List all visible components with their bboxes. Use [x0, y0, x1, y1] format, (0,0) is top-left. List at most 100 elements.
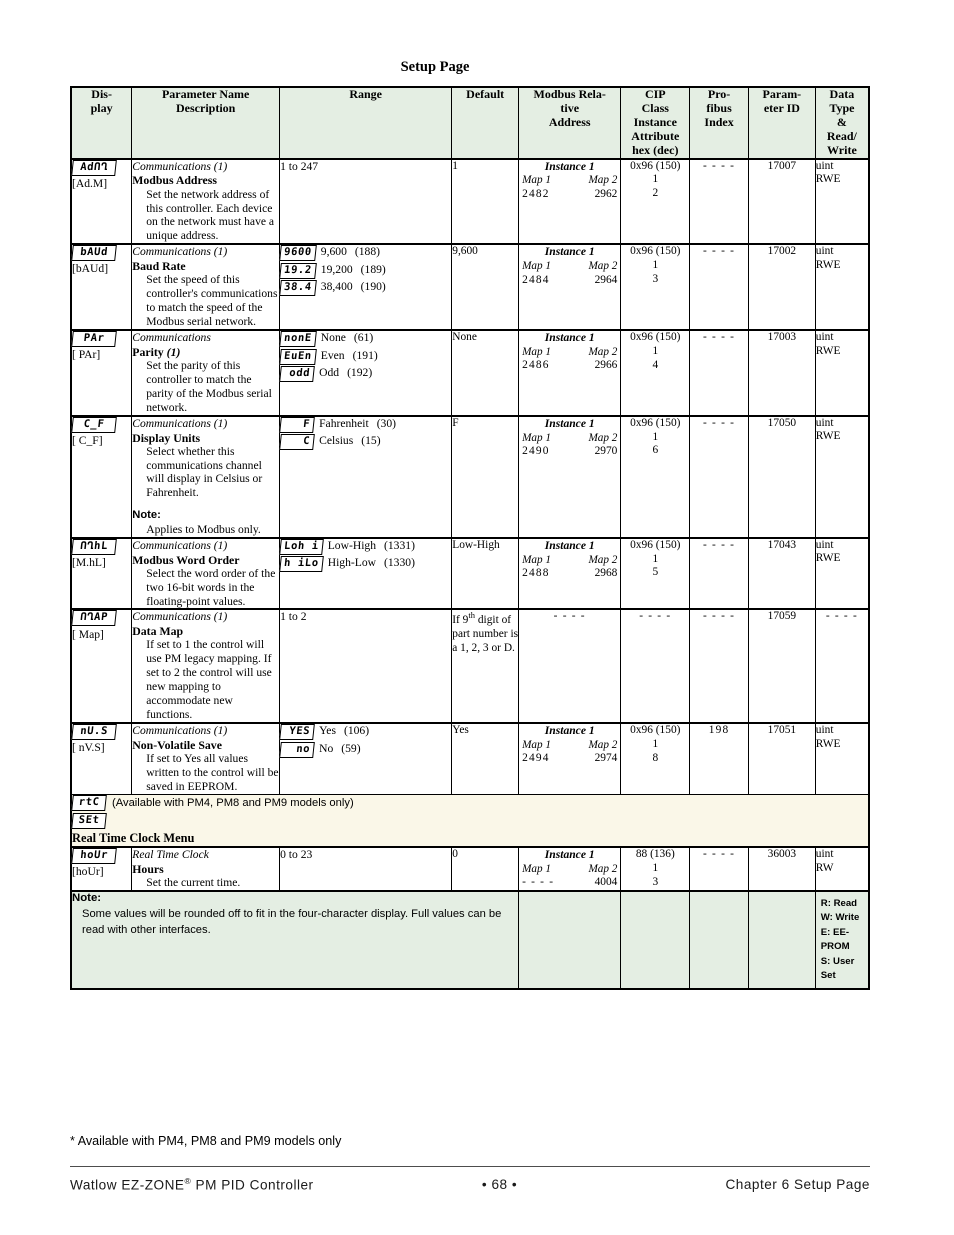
seven-segment-display: ՈՂAP — [71, 610, 117, 627]
display-cell: AdՈՂ [Ad.M] — [70, 157, 133, 245]
cip-cell: 0x96 (150) 1 5 — [620, 536, 691, 610]
parameter-id-cell: 17007 — [747, 157, 816, 245]
range-option-code: (15) — [361, 434, 381, 448]
range-option: EuEn Even (191) — [279, 348, 451, 365]
modbus-map-values: 2488 2968 — [519, 567, 620, 581]
parameter-group: Communications — [132, 330, 211, 344]
parameter-description: Select the word order of the two 16-bit … — [146, 566, 276, 608]
parameter-name: Hours — [132, 861, 164, 876]
modbus-map2-value: 2968 — [594, 566, 618, 579]
data-type-value: uint — [815, 330, 834, 343]
parameter-id-cell: 36003 — [747, 845, 816, 892]
bottom-note-spacer — [518, 889, 622, 990]
parameter-description: Set the network address of this controll… — [146, 187, 275, 243]
range-option-label: Yes — [319, 723, 336, 737]
parameter-name: Modbus Word Order — [132, 552, 240, 567]
data-type-value: uint — [815, 847, 834, 860]
default-cell: If 9th digit of part number is a 1, 2, 3… — [451, 608, 520, 724]
footer-divider — [70, 1166, 870, 1167]
range-option: C Celsius (15) — [279, 434, 451, 451]
parameter-description: Set the parity of this controller to mat… — [146, 358, 272, 414]
footer-page-number: • 68 • — [481, 1176, 518, 1192]
profibus-index-cell: - - - - — [689, 536, 749, 610]
column-header-display: Dis- play — [70, 86, 133, 160]
header-line: Attribute — [631, 128, 680, 143]
cip-instance: 1 — [652, 552, 659, 565]
document-page: Setup Page Dis- play Parameter Name Desc… — [0, 0, 954, 1235]
cip-attribute: 4 — [652, 358, 659, 371]
table-row: hoUr [hoUr] Real Time Clock Hours Set the cu… — [70, 845, 870, 892]
default-cell: 0 — [451, 845, 520, 892]
default-value: None — [452, 330, 477, 343]
parameter-note-label: Note: — [132, 509, 161, 522]
modbus-map-labels: Map 1 Map 2 — [519, 346, 620, 359]
seven-segment-display: SEt — [71, 812, 107, 829]
modbus-map-labels: Map 1 Map 2 — [519, 260, 620, 273]
parameter-table: Dis- play Parameter Name Description Ran… — [70, 86, 870, 991]
display-code-label: [M.hL] — [72, 555, 106, 569]
range-option-code: (188) — [354, 245, 380, 259]
default-value: If 9th digit of part number is a 1, 2, 3… — [452, 610, 519, 654]
banner-availability: (Available with PM4, PM8 and PM9 models … — [112, 796, 354, 809]
modbus-map2-label: Map 2 — [588, 174, 618, 187]
modbus-map2-value: 2970 — [594, 444, 618, 457]
parameter-id-cell: 17003 — [747, 328, 816, 417]
header-line: Type — [829, 100, 855, 115]
read-write-value: RWE — [815, 344, 841, 357]
range-option: Loh i Low-High (1331) — [279, 538, 451, 555]
modbus-map2-label: Map 2 — [588, 431, 618, 444]
table-row: nU.S[ nV.S] Communications (1) Non-Volatil… — [70, 721, 870, 795]
table-body: AdՈՂ [Ad.M] Communications (1) Modbus Addre… — [70, 157, 870, 990]
range-option-code: (189) — [360, 262, 386, 276]
footer-chapter: Chapter 6 Setup Page — [725, 1176, 870, 1192]
cip-cell: 0x96 (150) 1 8 — [620, 721, 691, 795]
column-header-data-type: Data Type & Read/ Write — [814, 86, 870, 160]
seven-segment-display: nonE — [279, 330, 317, 348]
range-option-label: No — [319, 741, 334, 755]
profibus-index-value: - - - - — [703, 610, 736, 623]
display-cell: hoUr [hoUr] — [70, 845, 133, 892]
range-option: nonE None (61) — [279, 330, 451, 348]
display-cell: bAUd [bAUd] — [70, 243, 133, 331]
seven-segment-display: Loh i — [279, 538, 324, 555]
range-value: 0 to 23 — [280, 847, 313, 861]
seven-segment-display: bAUd — [71, 245, 117, 262]
range-cell: nonE None (61) EuEn Even (191) odd Odd (192) — [279, 328, 453, 417]
data-type-cell: uint RW — [814, 845, 870, 892]
banner-line-2: SEt — [71, 812, 868, 829]
parameter-id-value: 17003 — [767, 330, 797, 343]
parameter-group: Communications (1) — [132, 416, 228, 430]
legend-item: W: Write — [820, 912, 860, 924]
range-option: 19.2 19,200 (189) — [279, 262, 451, 279]
range-option-label: 9,600 — [320, 245, 347, 259]
range-option-code: (1331) — [384, 538, 415, 552]
header-line: tive — [560, 100, 580, 115]
modbus-map1-label: Map 1 — [522, 260, 551, 273]
modbus-map-labels: Map 1 Map 2 — [519, 863, 620, 876]
modbus-map2-label: Map 2 — [588, 553, 618, 566]
cip-class: 88 (136) — [635, 847, 675, 860]
parameter-description-cell: Communications Parity (1) Set the parity o… — [131, 328, 281, 417]
modbus-map1-label: Map 1 — [522, 862, 551, 875]
profibus-index-cell: - - - - — [689, 414, 749, 539]
parameter-name: Parity (1) — [132, 344, 181, 359]
range-option: F Fahrenheit (30) — [279, 416, 451, 433]
modbus-map1-value: - - - - — [522, 876, 555, 889]
modbus-map1-value: 2486 — [522, 359, 550, 372]
modbus-address-cell: Instance 1 Map 1 Map 2 2486 2966 — [518, 328, 622, 417]
default-cell: 9,600 — [451, 243, 520, 331]
range-option-code: (1330) — [384, 556, 415, 570]
range-option-code: (59) — [341, 741, 361, 755]
range-option-label: Even — [320, 348, 345, 362]
range-value: 1 to 247 — [280, 159, 319, 173]
parameter-id-cell: 17002 — [747, 243, 816, 331]
range-cell: Loh i Low-High (1331) h iLo High-Low (1330) — [279, 536, 453, 610]
modbus-map1-value: 2494 — [522, 752, 550, 765]
read-write-legend: R: Read W: Write E: EE- PROM S: User Set — [816, 892, 868, 988]
modbus-map1-label: Map 1 — [522, 553, 551, 566]
range-cell: 1 to 2 — [279, 608, 453, 724]
modbus-map-values: 2490 2970 — [519, 445, 620, 459]
seven-segment-display: rtC — [71, 794, 107, 811]
range-option-code: (190) — [360, 280, 386, 294]
parameter-description-cell: Communications (1) Non-Volatile Save If se… — [131, 721, 281, 795]
